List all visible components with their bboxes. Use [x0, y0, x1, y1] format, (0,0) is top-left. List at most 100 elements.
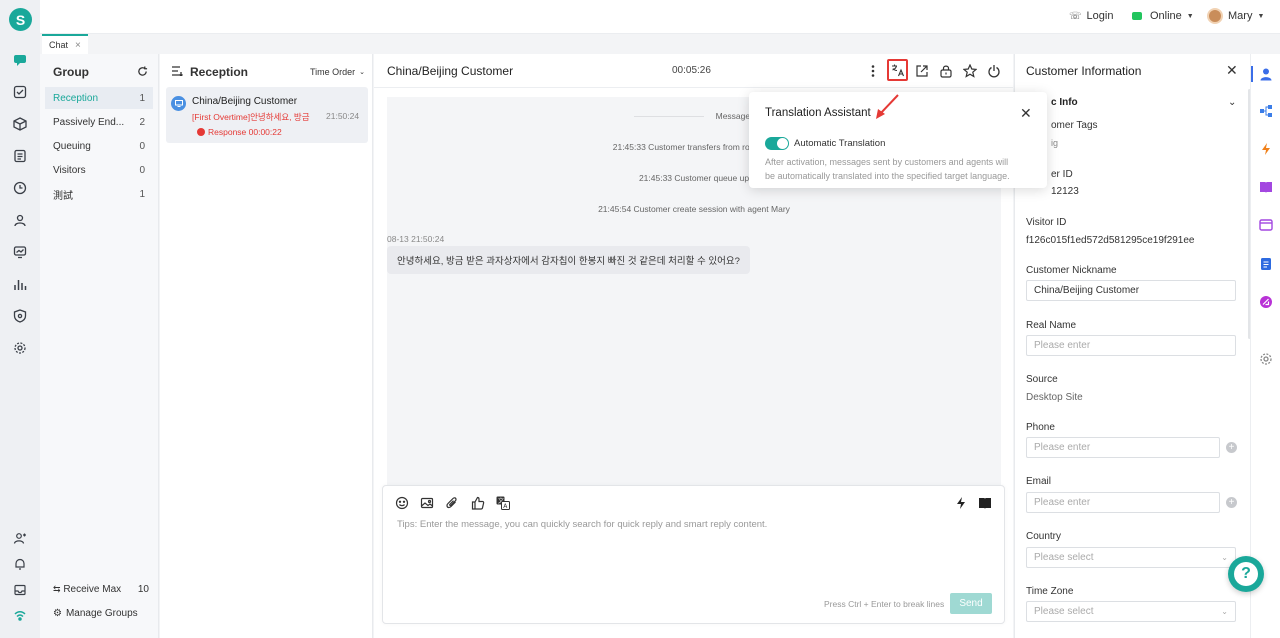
user-switch-icon[interactable] [11, 529, 29, 547]
clock-icon[interactable] [11, 179, 29, 197]
conversation-preview: [First Overtime]안녕하세요, 방금 ... [192, 112, 312, 122]
translate-icon[interactable] [887, 59, 908, 81]
manage-groups-button[interactable]: ⚙ Manage Groups [53, 608, 138, 619]
sort-dropdown[interactable]: Time Order ⌄ [310, 67, 365, 77]
login-label: Login [1086, 10, 1114, 22]
real-name-field[interactable]: Please enter [1026, 335, 1236, 356]
chevron-down-icon[interactable]: ⌄ [1228, 97, 1236, 108]
receive-max-label: ⇆ Receive Max [53, 584, 121, 595]
chat-timer: 00:05:26 [672, 65, 711, 76]
group-item-count: 2 [139, 116, 145, 128]
group-item-passively-ended[interactable]: Passively End... 2 [45, 111, 153, 133]
translate-icon[interactable]: 文A [495, 495, 511, 511]
gear-icon: ⚙ [53, 608, 62, 619]
annotation-arrow [876, 94, 899, 119]
visitor-id-label: Visitor ID [1026, 217, 1067, 228]
power-icon[interactable] [986, 63, 1002, 79]
receive-max[interactable]: ⇆ Receive Max 10 [53, 584, 149, 595]
book-icon[interactable] [1259, 180, 1273, 194]
more-icon[interactable] [865, 63, 881, 79]
auto-translate-toggle[interactable] [765, 137, 789, 150]
image-icon[interactable] [419, 495, 435, 511]
composer-input[interactable]: Tips: Enter the message, you can quickly… [397, 519, 767, 530]
help-button[interactable]: ? [1228, 556, 1264, 592]
receive-max-icon: ⇆ [53, 584, 61, 594]
left-rail: S [0, 0, 40, 638]
customer-icon[interactable] [1259, 67, 1273, 81]
status-dropdown[interactable]: Online ▼ [1132, 10, 1194, 22]
customer-info-panel: Customer Information ✕ c Info ⌄ omer Tag… [1014, 54, 1251, 638]
message-timestamp: 08-13 21:50:24 [387, 234, 445, 244]
nickname-field[interactable]: China/Beijing Customer [1026, 280, 1236, 301]
close-icon[interactable]: ✕ [1020, 105, 1032, 122]
user-id-label: er ID [1051, 169, 1073, 180]
phone-icon: ☏ [1069, 10, 1082, 22]
reception-title: Reception [190, 65, 249, 79]
send-button[interactable]: Send [950, 593, 992, 614]
workflow-icon[interactable] [1259, 104, 1273, 118]
lightning-icon[interactable] [1259, 142, 1273, 156]
user-menu[interactable]: Mary ▼ [1207, 8, 1264, 24]
add-email-icon[interactable]: + [1226, 497, 1237, 508]
add-phone-icon[interactable]: + [1226, 442, 1237, 453]
bar-chart-icon[interactable] [11, 275, 29, 293]
cube-icon[interactable] [11, 115, 29, 133]
notes-icon[interactable] [1259, 257, 1273, 271]
bell-icon[interactable] [11, 555, 29, 573]
popup-title: Translation Assistant [765, 107, 871, 119]
desktop-icon [171, 96, 186, 111]
book-icon[interactable] [977, 495, 993, 511]
conversation-item[interactable]: China/Beijing Customer [First Overtime]안… [166, 87, 368, 143]
close-icon[interactable]: × [75, 40, 81, 51]
transfer-icon[interactable] [914, 63, 930, 79]
refresh-icon[interactable] [137, 66, 148, 80]
settings-icon[interactable] [1259, 352, 1273, 366]
contacts-icon[interactable] [11, 211, 29, 229]
emoji-icon[interactable] [394, 495, 410, 511]
group-item-test[interactable]: 測試 1 [45, 183, 153, 205]
source-label: Source [1026, 374, 1058, 385]
browser-icon[interactable] [1259, 218, 1273, 232]
tab-chat[interactable]: Chat × [42, 34, 88, 54]
group-item-label: Visitors [53, 164, 86, 176]
lightning-icon[interactable] [953, 495, 969, 511]
star-icon[interactable] [962, 63, 978, 79]
group-item-queuing[interactable]: Queuing 0 [45, 135, 153, 157]
login-button[interactable]: ☏ Login [1069, 10, 1113, 22]
attachment-icon[interactable] [444, 495, 460, 511]
shield-icon[interactable] [11, 307, 29, 325]
checklist-icon[interactable] [11, 83, 29, 101]
wifi-icon [11, 606, 29, 624]
country-select[interactable]: Please select ⌄ [1026, 547, 1236, 568]
thumbs-up-icon[interactable] [470, 495, 486, 511]
response-text: Response 00:00:22 [208, 127, 282, 137]
message-composer: 文A Tips: Enter the message, you can quic… [382, 485, 1005, 624]
monitor-icon[interactable] [11, 243, 29, 261]
plugin-icon[interactable] [1259, 295, 1273, 309]
document-icon[interactable] [11, 147, 29, 165]
group-item-reception[interactable]: Reception 1 [45, 87, 153, 109]
right-rail [1250, 54, 1280, 638]
phone-field[interactable]: Please enter [1026, 437, 1220, 458]
conversation-name: China/Beijing Customer [192, 96, 298, 107]
lock-icon[interactable] [938, 63, 954, 79]
group-item-visitors[interactable]: Visitors 0 [45, 159, 153, 181]
toggle-knob [777, 138, 788, 149]
timezone-select[interactable]: Please select ⌄ [1026, 601, 1236, 622]
status-label: Online [1150, 10, 1182, 22]
section-title: c Info [1051, 97, 1078, 108]
close-icon[interactable]: ✕ [1226, 62, 1238, 79]
group-item-count: 1 [139, 92, 145, 104]
system-message: 21:45:54 Customer create session with ag… [598, 204, 790, 214]
app-logo[interactable]: S [9, 8, 32, 31]
country-label: Country [1026, 531, 1062, 542]
email-label: Email [1026, 476, 1052, 487]
customer-info-title: Customer Information [1026, 64, 1142, 78]
settings-icon[interactable] [11, 339, 29, 357]
tab-bar: Chat × [40, 34, 1280, 54]
email-field[interactable]: Please enter [1026, 492, 1220, 513]
inbox-icon[interactable] [11, 581, 29, 599]
chat-icon[interactable] [11, 51, 29, 69]
group-item-count: 1 [139, 188, 145, 200]
top-bar: ☏ Login Online ▼ Mary ▼ [40, 0, 1280, 34]
